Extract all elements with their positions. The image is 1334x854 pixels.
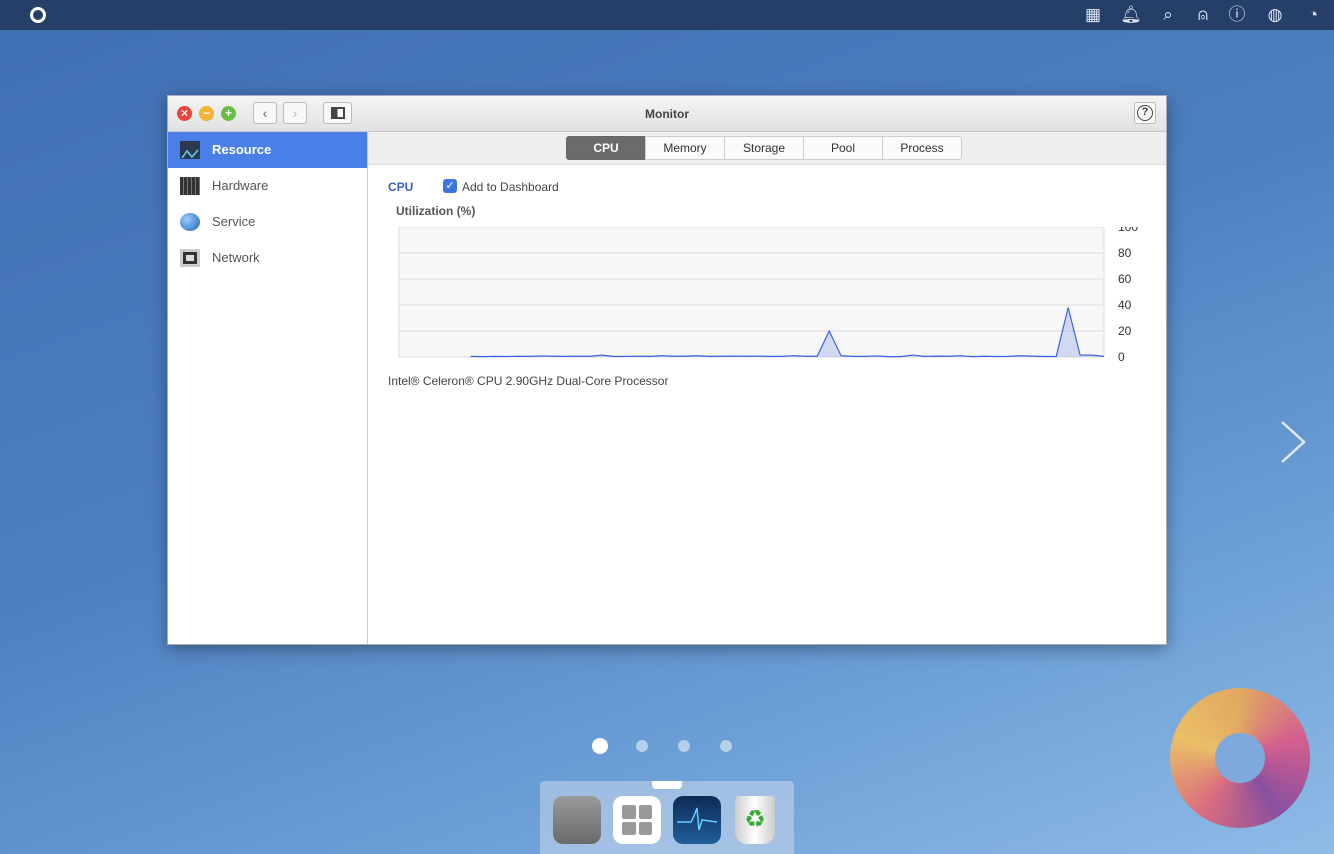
y-tick-label: 20	[1118, 324, 1132, 338]
next-page-arrow-icon[interactable]	[1278, 420, 1308, 464]
utilization-label: Utilization (%)	[396, 204, 476, 218]
hardware-icon	[180, 177, 200, 195]
main-panel: CPU Memory Storage Pool Process CPU ✓ Ad…	[368, 132, 1166, 644]
control-panel-icon[interactable]	[553, 796, 601, 844]
user-icon[interactable]: ⍝	[1192, 4, 1214, 26]
tab-pool[interactable]: Pool	[803, 136, 883, 160]
desktop-page-dot-4[interactable]	[720, 740, 732, 752]
decorative-logo-orb	[1170, 688, 1310, 828]
y-tick-label: 80	[1118, 246, 1132, 260]
desktop-page-dot-1[interactable]	[592, 738, 608, 754]
window-title: Monitor	[645, 107, 689, 121]
dock-handle[interactable]	[652, 781, 682, 789]
sidebar-item-label: Service	[212, 214, 256, 229]
help-icon[interactable]: ⓘ	[1226, 4, 1248, 26]
globe-icon[interactable]: ◍	[1264, 4, 1286, 26]
resource-monitor-icon[interactable]	[673, 796, 721, 844]
apps-icon[interactable]: ▦	[1082, 4, 1104, 26]
app-center-icon[interactable]	[613, 796, 661, 844]
resource-chart-icon	[180, 141, 200, 159]
help-button[interactable]: ?	[1134, 102, 1156, 124]
y-tick-label: 0	[1118, 350, 1125, 364]
tab-cpu[interactable]: CPU	[566, 136, 646, 160]
sidebar-item-label: Resource	[212, 142, 272, 157]
main-menu-logo-icon[interactable]	[30, 7, 46, 23]
tab-bar: CPU Memory Storage Pool Process	[368, 132, 1166, 165]
cpu-utilization-chart: 100 80 60 40 20 0	[398, 227, 1138, 364]
tab-process[interactable]: Process	[882, 136, 962, 160]
add-to-dashboard-label[interactable]: Add to Dashboard	[462, 180, 559, 194]
sidebar-item-hardware[interactable]: Hardware	[168, 168, 367, 204]
y-tick-label: 60	[1118, 272, 1132, 286]
plot-area	[398, 227, 1105, 358]
dock: ♻	[540, 781, 794, 854]
window-titlebar[interactable]: × − + ‹ › Monitor ?	[168, 96, 1166, 132]
y-tick-label: 100	[1118, 227, 1138, 234]
sidebar-item-label: Hardware	[212, 178, 269, 193]
desktop-page-dot-2[interactable]	[636, 740, 648, 752]
y-tick-label: 40	[1118, 298, 1132, 312]
sidebar-item-service[interactable]: Service	[168, 204, 367, 240]
tab-memory[interactable]: Memory	[645, 136, 725, 160]
sidebar: Resource Hardware Service Network	[168, 132, 368, 644]
network-port-icon	[180, 249, 200, 267]
sidebar-item-resource[interactable]: Resource	[168, 132, 367, 168]
dashboard-gauge-icon[interactable]: ◔	[1302, 4, 1324, 26]
service-globe-icon	[180, 213, 200, 231]
search-icon[interactable]: ⌕	[1157, 4, 1179, 26]
bell-icon[interactable]: 🔔︎	[1120, 4, 1142, 26]
sidebar-item-label: Network	[212, 250, 260, 265]
processor-name: Intel® Celeron® CPU 2.90GHz Dual-Core Pr…	[388, 374, 669, 388]
top-taskbar: ▦ 🔔︎ ⌕ ⍝ ⓘ ◍ ◔	[0, 0, 1334, 30]
help-icon: ?	[1137, 105, 1153, 121]
sidebar-item-network[interactable]: Network	[168, 240, 367, 276]
tab-storage[interactable]: Storage	[724, 136, 804, 160]
desktop-page-dot-3[interactable]	[678, 740, 690, 752]
cpu-section-title: CPU	[388, 180, 414, 194]
add-to-dashboard-checkbox[interactable]: ✓	[443, 179, 457, 193]
recycle-bin-icon[interactable]: ♻	[735, 796, 775, 844]
monitor-window: × − + ‹ › Monitor ? Resource Hardware Se…	[167, 95, 1167, 645]
